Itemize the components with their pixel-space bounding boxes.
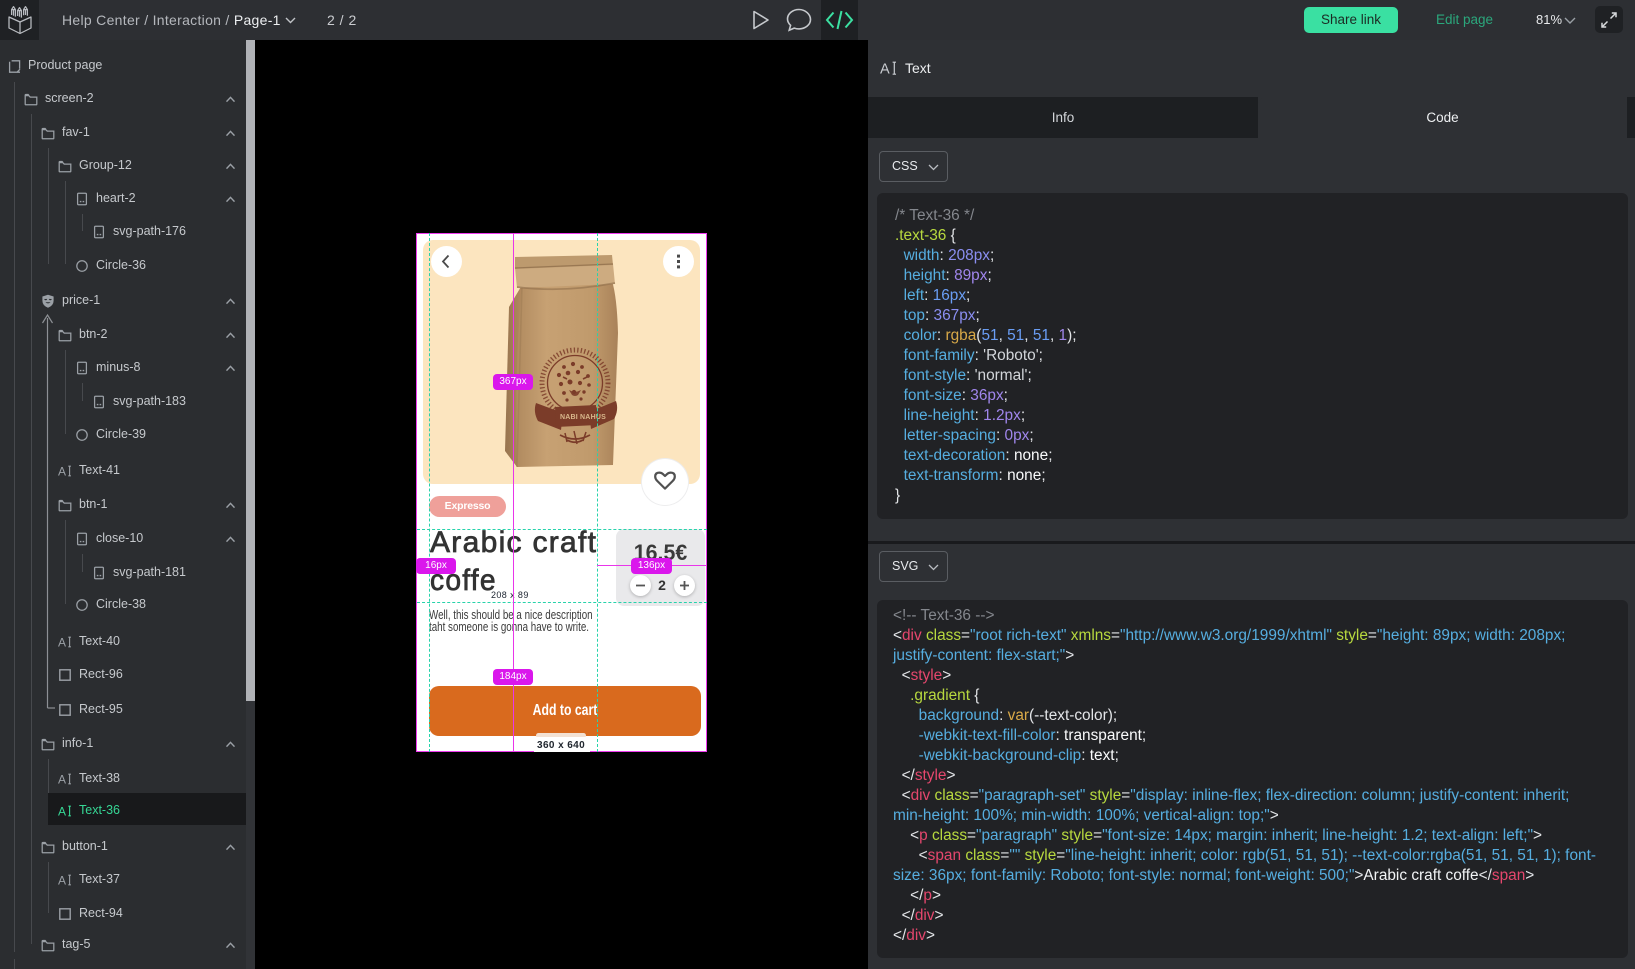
svg-text:A: A <box>58 773 66 787</box>
svg-text:A: A <box>58 465 66 479</box>
svg-text:A: A <box>58 805 66 819</box>
svg-text:A: A <box>880 62 890 78</box>
svg-text:A: A <box>58 874 66 888</box>
svg-text:A: A <box>58 636 66 650</box>
svg-text:NABI NAHUS: NABI NAHUS <box>560 414 606 421</box>
